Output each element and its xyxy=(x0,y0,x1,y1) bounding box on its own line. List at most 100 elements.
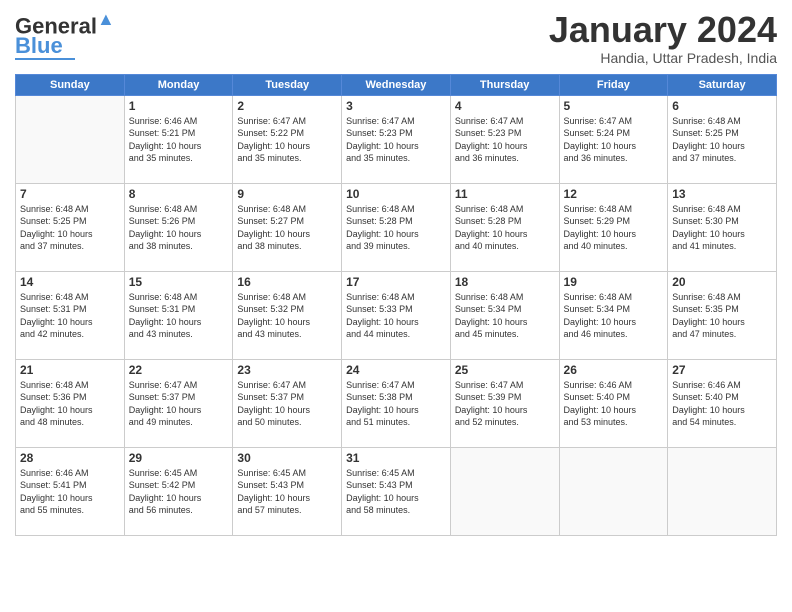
page: General▲ Blue January 2024 Handia, Uttar… xyxy=(0,0,792,612)
calendar-header: Sunday Monday Tuesday Wednesday Thursday… xyxy=(16,74,777,95)
title-area: January 2024 Handia, Uttar Pradesh, Indi… xyxy=(549,10,777,66)
day-info: Sunrise: 6:48 AM Sunset: 5:25 PM Dayligh… xyxy=(20,203,120,253)
day-number: 17 xyxy=(346,275,446,289)
calendar-cell: 20Sunrise: 6:48 AM Sunset: 5:35 PM Dayli… xyxy=(668,271,777,359)
header-monday: Monday xyxy=(124,74,233,95)
calendar-cell: 7 Sunrise: 6:48 AM Sunset: 5:25 PM Daylig… xyxy=(16,183,125,271)
calendar-cell: 25 Sunrise: 6:47 AM Sunset: 5:39 PM Dayli… xyxy=(450,359,559,447)
day-number: 19 xyxy=(564,275,664,289)
day-number: 9 xyxy=(237,187,337,201)
calendar-cell: 23 Sunrise: 6:47 AM Sunset: 5:37 PM Dayli… xyxy=(233,359,342,447)
day-number: 6 xyxy=(672,99,772,113)
day-info: Sunrise: 6:48 AM Sunset: 5:29 PM Dayligh… xyxy=(564,203,664,253)
calendar-table: Sunday Monday Tuesday Wednesday Thursday… xyxy=(15,74,777,536)
day-info: Sunrise: 6:47 AM Sunset: 5:38 PM Dayligh… xyxy=(346,379,446,429)
day-info: Sunrise: 6:47 AM Sunset: 5:39 PM Dayligh… xyxy=(455,379,555,429)
calendar-cell: 4 Sunrise: 6:47 AM Sunset: 5:23 PM Daylig… xyxy=(450,95,559,183)
day-number: 21 xyxy=(20,363,120,377)
calendar-cell: 8 Sunrise: 6:48 AM Sunset: 5:26 PM Daylig… xyxy=(124,183,233,271)
calendar-cell: 18 Sunrise: 6:48 AM Sunset: 5:34 PM Dayli… xyxy=(450,271,559,359)
day-number: 25 xyxy=(455,363,555,377)
location-subtitle: Handia, Uttar Pradesh, India xyxy=(549,50,777,66)
header-thursday: Thursday xyxy=(450,74,559,95)
day-number: 12 xyxy=(564,187,664,201)
calendar-week-row: 28Sunrise: 6:46 AM Sunset: 5:41 PM Dayli… xyxy=(16,447,777,535)
calendar-cell: 19 Sunrise: 6:48 AM Sunset: 5:34 PM Dayli… xyxy=(559,271,668,359)
calendar-week-row: 21 Sunrise: 6:48 AM Sunset: 5:36 PM Dayli… xyxy=(16,359,777,447)
calendar-cell: 13Sunrise: 6:48 AM Sunset: 5:30 PM Dayli… xyxy=(668,183,777,271)
calendar-cell: 26Sunrise: 6:46 AM Sunset: 5:40 PM Dayli… xyxy=(559,359,668,447)
day-info: Sunrise: 6:48 AM Sunset: 5:26 PM Dayligh… xyxy=(129,203,229,253)
day-number: 7 xyxy=(20,187,120,201)
day-info: Sunrise: 6:48 AM Sunset: 5:27 PM Dayligh… xyxy=(237,203,337,253)
day-info: Sunrise: 6:48 AM Sunset: 5:31 PM Dayligh… xyxy=(129,291,229,341)
day-number: 27 xyxy=(672,363,772,377)
calendar-cell: 17 Sunrise: 6:48 AM Sunset: 5:33 PM Dayli… xyxy=(342,271,451,359)
day-info: Sunrise: 6:45 AM Sunset: 5:43 PM Dayligh… xyxy=(346,467,446,517)
weekday-header-row: Sunday Monday Tuesday Wednesday Thursday… xyxy=(16,74,777,95)
day-info: Sunrise: 6:47 AM Sunset: 5:24 PM Dayligh… xyxy=(564,115,664,165)
header: General▲ Blue January 2024 Handia, Uttar… xyxy=(15,10,777,66)
day-info: Sunrise: 6:48 AM Sunset: 5:34 PM Dayligh… xyxy=(564,291,664,341)
calendar-cell: 11 Sunrise: 6:48 AM Sunset: 5:28 PM Dayli… xyxy=(450,183,559,271)
day-number: 11 xyxy=(455,187,555,201)
day-number: 13 xyxy=(672,187,772,201)
calendar-cell: 24 Sunrise: 6:47 AM Sunset: 5:38 PM Dayli… xyxy=(342,359,451,447)
header-saturday: Saturday xyxy=(668,74,777,95)
header-friday: Friday xyxy=(559,74,668,95)
day-number: 30 xyxy=(237,451,337,465)
day-info: Sunrise: 6:47 AM Sunset: 5:23 PM Dayligh… xyxy=(455,115,555,165)
day-number: 5 xyxy=(564,99,664,113)
day-info: Sunrise: 6:48 AM Sunset: 5:31 PM Dayligh… xyxy=(20,291,120,341)
calendar-cell: 9 Sunrise: 6:48 AM Sunset: 5:27 PM Daylig… xyxy=(233,183,342,271)
calendar-cell: 22Sunrise: 6:47 AM Sunset: 5:37 PM Dayli… xyxy=(124,359,233,447)
day-number: 23 xyxy=(237,363,337,377)
day-number: 24 xyxy=(346,363,446,377)
calendar-cell: 12 Sunrise: 6:48 AM Sunset: 5:29 PM Dayli… xyxy=(559,183,668,271)
calendar-week-row: 14 Sunrise: 6:48 AM Sunset: 5:31 PM Dayli… xyxy=(16,271,777,359)
day-info: Sunrise: 6:47 AM Sunset: 5:37 PM Dayligh… xyxy=(237,379,337,429)
day-info: Sunrise: 6:48 AM Sunset: 5:34 PM Dayligh… xyxy=(455,291,555,341)
day-info: Sunrise: 6:47 AM Sunset: 5:37 PM Dayligh… xyxy=(129,379,229,429)
calendar-cell: 27 Sunrise: 6:46 AM Sunset: 5:40 PM Dayli… xyxy=(668,359,777,447)
day-info: Sunrise: 6:48 AM Sunset: 5:36 PM Dayligh… xyxy=(20,379,120,429)
day-number: 20 xyxy=(672,275,772,289)
calendar-cell: 28Sunrise: 6:46 AM Sunset: 5:41 PM Dayli… xyxy=(16,447,125,535)
calendar-cell: 6Sunrise: 6:48 AM Sunset: 5:25 PM Daylig… xyxy=(668,95,777,183)
day-number: 4 xyxy=(455,99,555,113)
calendar-cell: 16 Sunrise: 6:48 AM Sunset: 5:32 PM Dayli… xyxy=(233,271,342,359)
calendar-cell xyxy=(559,447,668,535)
calendar-cell: 15 Sunrise: 6:48 AM Sunset: 5:31 PM Dayli… xyxy=(124,271,233,359)
day-number: 15 xyxy=(129,275,229,289)
logo: General▲ Blue xyxy=(15,10,115,60)
day-number: 26 xyxy=(564,363,664,377)
calendar-cell: 1Sunrise: 6:46 AM Sunset: 5:21 PM Daylig… xyxy=(124,95,233,183)
calendar-body: 1Sunrise: 6:46 AM Sunset: 5:21 PM Daylig… xyxy=(16,95,777,535)
day-info: Sunrise: 6:46 AM Sunset: 5:40 PM Dayligh… xyxy=(672,379,772,429)
calendar-cell: 10Sunrise: 6:48 AM Sunset: 5:28 PM Dayli… xyxy=(342,183,451,271)
day-number: 14 xyxy=(20,275,120,289)
day-info: Sunrise: 6:48 AM Sunset: 5:33 PM Dayligh… xyxy=(346,291,446,341)
day-info: Sunrise: 6:47 AM Sunset: 5:23 PM Dayligh… xyxy=(346,115,446,165)
day-info: Sunrise: 6:47 AM Sunset: 5:22 PM Dayligh… xyxy=(237,115,337,165)
calendar-cell xyxy=(668,447,777,535)
calendar-cell: 31 Sunrise: 6:45 AM Sunset: 5:43 PM Dayli… xyxy=(342,447,451,535)
day-number: 8 xyxy=(129,187,229,201)
calendar-cell: 21 Sunrise: 6:48 AM Sunset: 5:36 PM Dayli… xyxy=(16,359,125,447)
calendar-cell xyxy=(16,95,125,183)
calendar-cell: 5 Sunrise: 6:47 AM Sunset: 5:24 PM Daylig… xyxy=(559,95,668,183)
day-info: Sunrise: 6:45 AM Sunset: 5:43 PM Dayligh… xyxy=(237,467,337,517)
day-number: 28 xyxy=(20,451,120,465)
header-sunday: Sunday xyxy=(16,74,125,95)
calendar-week-row: 7 Sunrise: 6:48 AM Sunset: 5:25 PM Daylig… xyxy=(16,183,777,271)
day-number: 18 xyxy=(455,275,555,289)
day-number: 29 xyxy=(129,451,229,465)
day-info: Sunrise: 6:48 AM Sunset: 5:32 PM Dayligh… xyxy=(237,291,337,341)
day-number: 31 xyxy=(346,451,446,465)
day-number: 16 xyxy=(237,275,337,289)
month-title: January 2024 xyxy=(549,10,777,50)
header-wednesday: Wednesday xyxy=(342,74,451,95)
logo-underline xyxy=(15,58,75,60)
calendar-week-row: 1Sunrise: 6:46 AM Sunset: 5:21 PM Daylig… xyxy=(16,95,777,183)
day-info: Sunrise: 6:48 AM Sunset: 5:28 PM Dayligh… xyxy=(455,203,555,253)
